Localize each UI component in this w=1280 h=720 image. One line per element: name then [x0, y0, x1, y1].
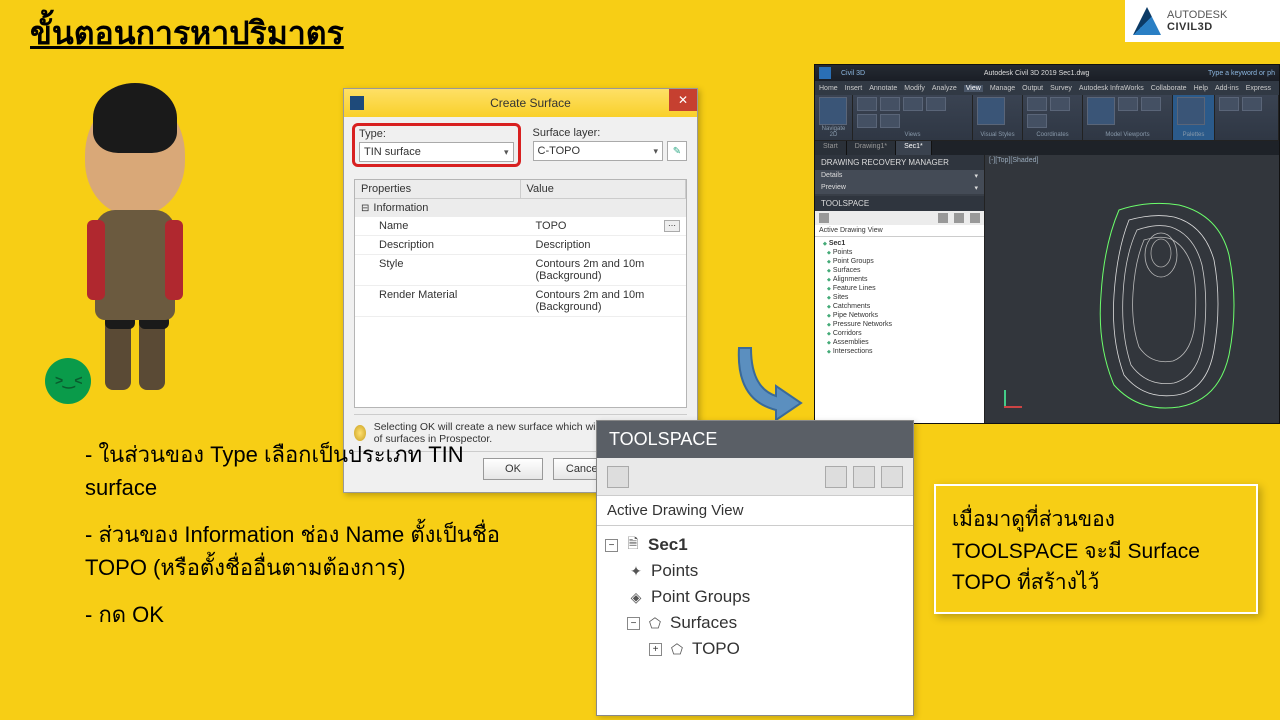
table-row[interactable]: NameTOPO⋯ [355, 217, 686, 236]
home-icon[interactable] [607, 466, 629, 488]
viewport[interactable]: [-][Top][Shaded] [985, 155, 1279, 423]
viewport-label[interactable]: [-][Top][Shaded] [989, 157, 1038, 164]
menu-bar[interactable]: HomeInsertAnnotateModifyAnalyzeViewManag… [815, 81, 1279, 95]
tree-item[interactable]: ✦Points [605, 558, 905, 584]
tree-item[interactable]: ◈Point Groups [605, 584, 905, 610]
points-icon: ✦ [627, 562, 645, 580]
view-selector[interactable]: Active Drawing View [815, 225, 984, 237]
type-highlight: Type: TIN surface [352, 123, 521, 167]
laughing-emoji-icon [45, 358, 91, 404]
toolbar-icon[interactable] [881, 466, 903, 488]
civil3d-window: Civil 3D Autodesk Civil 3D 2019 Sec1.dwg… [814, 64, 1280, 424]
surfaces-icon: ⬠ [646, 614, 664, 632]
type-dropdown[interactable]: TIN surface [359, 142, 514, 162]
instructions: - ในส่วนของ Type เลือกเป็นประเภท TIN sur… [85, 438, 515, 645]
layer-field[interactable]: C-TOPO [533, 141, 664, 161]
brand-badge: AUTODESKCIVIL3D [1125, 0, 1280, 42]
table-row[interactable]: StyleContours 2m and 10m (Background) [355, 255, 686, 286]
surface-icon: ⬠ [668, 640, 686, 658]
toolspace-title: TOOLSPACE [815, 196, 984, 211]
table-row[interactable]: DescriptionDescription [355, 236, 686, 255]
arrow-icon [735, 338, 805, 428]
note-box: เมื่อมาดูที่ส่วนของ TOOLSPACE จะมี Surfa… [934, 484, 1258, 614]
autodesk-logo-icon [1133, 7, 1161, 35]
properties-grid: Properties Value Information NameTOPO⋯ D… [354, 179, 687, 408]
ellipsis-icon[interactable]: ⋯ [664, 220, 680, 232]
close-icon[interactable]: ✕ [669, 89, 697, 111]
left-panel: DRAWING RECOVERY MANAGER Details▾ Previe… [815, 155, 985, 423]
back-button[interactable] [819, 97, 847, 125]
toolspace-panel: TOOLSPACE Active Drawing View −🗎Sec1 ✦Po… [596, 420, 914, 716]
col-properties: Properties [355, 180, 521, 198]
app-menu-icon[interactable] [819, 67, 831, 79]
toolbar-icon[interactable] [853, 466, 875, 488]
col-value: Value [521, 180, 687, 198]
info-section[interactable]: Information [355, 199, 686, 217]
drm-details[interactable]: Details▾ [815, 170, 984, 182]
table-row[interactable]: Render MaterialContours 2m and 10m (Back… [355, 286, 686, 317]
toolspace-header: TOOLSPACE [597, 421, 913, 458]
toolspace-toolbar[interactable] [815, 211, 984, 225]
ribbon[interactable]: Navigate 2D Views Visual Styles Coordina… [815, 95, 1279, 141]
brand-text: AUTODESKCIVIL3D [1167, 9, 1227, 33]
tree-item-topo[interactable]: +⬠TOPO [605, 636, 905, 662]
contour-icon [1089, 195, 1249, 415]
tree-item[interactable]: −⬠Surfaces [605, 610, 905, 636]
ucs-icon [1000, 382, 1026, 408]
point-groups-icon: ◈ [627, 588, 645, 606]
drawing-icon: 🗎 [624, 536, 642, 554]
view-selector[interactable]: Active Drawing View [597, 496, 913, 526]
toolbar-icon[interactable] [825, 466, 847, 488]
prospector-tree[interactable]: Sec1 Points Point Groups Surfaces Alignm… [815, 237, 984, 423]
dialog-titlebar[interactable]: Create Surface ✕ [344, 89, 697, 117]
titlebar: Civil 3D Autodesk Civil 3D 2019 Sec1.dwg… [815, 65, 1279, 81]
toolspace-button[interactable] [1177, 97, 1205, 125]
toolspace-toolbar[interactable] [597, 458, 913, 496]
drm-preview[interactable]: Preview▾ [815, 182, 984, 194]
layer-picker-icon[interactable]: ✎ [667, 141, 687, 161]
drm-title: DRAWING RECOVERY MANAGER [815, 155, 984, 170]
page-title: ขั้นตอนการหาปริมาตร [30, 8, 344, 59]
tree-root[interactable]: −🗎Sec1 [605, 532, 905, 558]
doc-tabs[interactable]: Start Drawing1* Sec1* [815, 141, 1279, 155]
dialog-title: Create Surface [370, 96, 691, 110]
layer-label: Surface layer: [533, 127, 688, 139]
app-icon [350, 96, 364, 110]
type-label: Type: [359, 128, 514, 140]
prospector-tree[interactable]: −🗎Sec1 ✦Points ◈Point Groups −⬠Surfaces … [597, 526, 913, 668]
